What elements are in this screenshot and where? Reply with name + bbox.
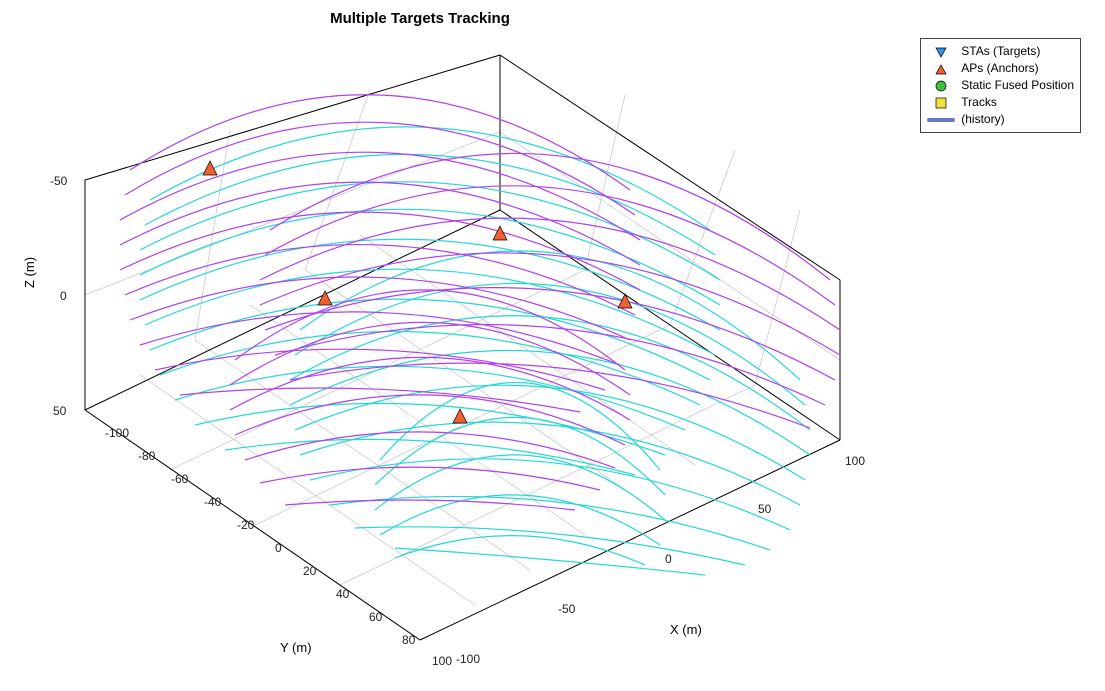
y-tick: -80 [138, 449, 155, 463]
x-tick: 0 [665, 552, 672, 566]
y-tick: -100 [105, 426, 129, 440]
y-tick: 80 [402, 633, 415, 647]
x-tick: 100 [845, 454, 865, 468]
x-tick: 50 [758, 502, 771, 516]
plot-3d [0, 0, 1105, 691]
y-tick: 40 [336, 587, 349, 601]
z-tick: -50 [50, 174, 67, 188]
z-tick: 50 [53, 404, 66, 418]
y-tick: 0 [275, 541, 282, 555]
y-tick: 20 [303, 564, 316, 578]
x-tick: -100 [456, 652, 480, 666]
x-axis-label: X (m) [670, 622, 702, 637]
y-tick: -40 [204, 495, 221, 509]
y-tick: 60 [369, 610, 382, 624]
y-tick: 100 [432, 654, 452, 668]
x-tick: -50 [558, 602, 575, 616]
y-tick: -20 [237, 518, 254, 532]
y-tick: -60 [171, 472, 188, 486]
detection-spheres [120, 95, 840, 575]
z-tick: 0 [60, 289, 67, 303]
z-axis-label: Z (m) [22, 257, 37, 288]
y-axis-label: Y (m) [280, 640, 312, 655]
